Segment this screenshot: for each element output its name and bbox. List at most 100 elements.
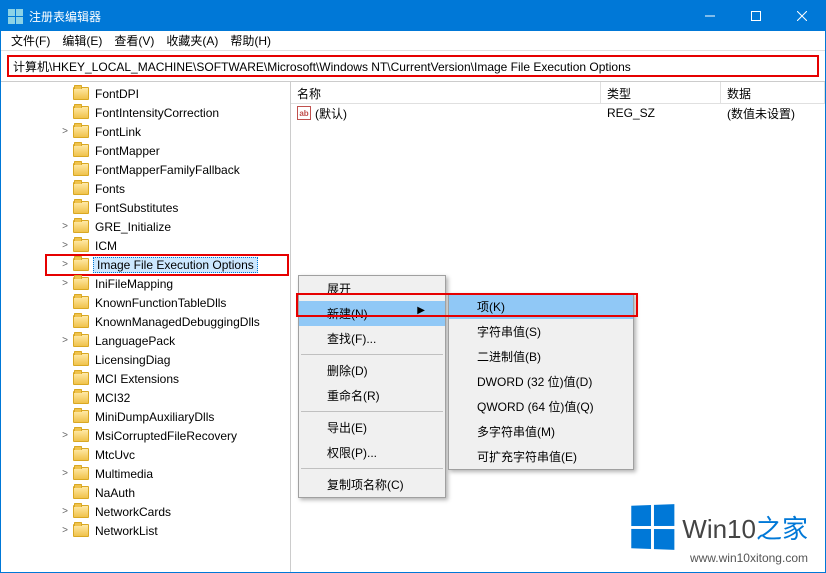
tree-label: FontIntensityCorrection [93, 106, 221, 120]
minimize-button[interactable] [687, 1, 733, 31]
submenu-item[interactable]: 二进制值(B) [449, 344, 633, 369]
menu-edit[interactable]: 编辑(E) [56, 30, 108, 51]
tree-label: MCI32 [93, 391, 132, 405]
expander-icon[interactable]: > [59, 506, 71, 517]
context-menu: 展开新建(N)▶查找(F)... 删除(D) 重命名(R) 导出(E) 权限(P)...… [298, 275, 446, 498]
context-menu-item[interactable]: 展开 [299, 276, 445, 301]
tree-node[interactable]: FontMapper [1, 141, 290, 160]
expander-icon[interactable]: > [59, 221, 71, 232]
list-header: 名称 类型 数据 [291, 82, 825, 104]
tree-node[interactable]: FontIntensityCorrection [1, 103, 290, 122]
tree-label: LicensingDiag [93, 353, 172, 367]
expander-icon[interactable]: > [59, 278, 71, 289]
folder-icon [73, 125, 89, 138]
submenu-item[interactable]: 多字符串值(M) [449, 419, 633, 444]
col-data[interactable]: 数据 [721, 82, 825, 103]
folder-icon [73, 201, 89, 214]
folder-icon [73, 144, 89, 157]
folder-icon [73, 334, 89, 347]
tree-node[interactable]: KnownFunctionTableDlls [1, 293, 290, 312]
col-type[interactable]: 类型 [601, 82, 721, 103]
submenu-item[interactable]: 字符串值(S) [449, 319, 633, 344]
submenu-item[interactable]: 项(K) [449, 294, 633, 319]
tree-node[interactable]: NaAuth [1, 483, 290, 502]
expander-icon[interactable]: > [59, 430, 71, 441]
tree-node[interactable]: FontMapperFamilyFallback [1, 160, 290, 179]
expander-icon[interactable]: > [59, 335, 71, 346]
tree-label: FontMapper [93, 144, 162, 158]
menu-help[interactable]: 帮助(H) [224, 30, 277, 51]
tree-node[interactable]: Fonts [1, 179, 290, 198]
tree-label: GRE_Initialize [93, 220, 173, 234]
tree-label: LanguagePack [93, 334, 177, 348]
tree-node[interactable]: MtcUvc [1, 445, 290, 464]
folder-icon [73, 467, 89, 480]
tree-pane[interactable]: FontDPI FontIntensityCorrection >FontLink F… [1, 82, 291, 572]
tree-node[interactable]: MCI Extensions [1, 369, 290, 388]
maximize-button[interactable] [733, 1, 779, 31]
folder-icon [73, 106, 89, 119]
tree-node[interactable]: MiniDumpAuxiliaryDlls [1, 407, 290, 426]
tree-node[interactable]: FontDPI [1, 84, 290, 103]
context-menu-item[interactable]: 导出(E) [299, 415, 445, 440]
submenu-arrow-icon: ▶ [417, 305, 425, 322]
tree-node[interactable]: >NetworkCards [1, 502, 290, 521]
folder-icon [73, 296, 89, 309]
tree-node[interactable]: > MsiCorruptedFileRecovery [1, 426, 290, 445]
close-button[interactable] [779, 1, 825, 31]
tree-node[interactable]: > ICM [1, 236, 290, 255]
context-menu-item[interactable]: 重命名(R) [299, 383, 445, 408]
tree-node[interactable]: >FontLink [1, 122, 290, 141]
submenu-item[interactable]: DWORD (32 位)值(D) [449, 369, 633, 394]
address-input[interactable]: 计算机\HKEY_LOCAL_MACHINE\SOFTWARE\Microsof… [7, 55, 819, 77]
tree-label: NaAuth [93, 486, 137, 500]
expander-icon[interactable]: > [59, 126, 71, 137]
tree-node[interactable]: KnownManagedDebuggingDlls [1, 312, 290, 331]
context-menu-item[interactable]: 新建(N)▶ [299, 301, 445, 326]
context-menu-item[interactable]: 删除(D) [299, 358, 445, 383]
menu-label: 复制项名称(C) [327, 476, 404, 493]
tree-node[interactable]: >NetworkList [1, 521, 290, 540]
tree-node[interactable]: > GRE_Initialize [1, 217, 290, 236]
tree-node[interactable]: LicensingDiag [1, 350, 290, 369]
tree-node[interactable]: >Multimedia [1, 464, 290, 483]
expander-icon[interactable]: > [59, 240, 71, 251]
folder-icon [73, 372, 89, 385]
tree-label: KnownManagedDebuggingDlls [93, 315, 262, 329]
tree-label: Image File Execution Options [93, 257, 258, 273]
menu-view[interactable]: 查看(V) [108, 30, 160, 51]
folder-icon [73, 391, 89, 404]
menu-file[interactable]: 文件(F) [5, 30, 56, 51]
tree-node[interactable]: FontSubstitutes [1, 198, 290, 217]
folder-icon [73, 448, 89, 461]
expander-icon[interactable]: > [59, 259, 71, 270]
submenu-item[interactable]: 可扩充字符串值(E) [449, 444, 633, 469]
menu-favorites[interactable]: 收藏夹(A) [160, 30, 224, 51]
expander-icon[interactable]: > [59, 525, 71, 536]
submenu-new: 项(K)字符串值(S)二进制值(B)DWORD (32 位)值(D)QWORD … [448, 293, 634, 470]
submenu-item[interactable]: QWORD (64 位)值(Q) [449, 394, 633, 419]
menu-label: 重命名(R) [327, 387, 380, 404]
folder-icon [73, 410, 89, 423]
tree-label: MsiCorruptedFileRecovery [93, 429, 239, 443]
folder-icon [73, 239, 89, 252]
tree-label: FontDPI [93, 87, 141, 101]
context-menu-item[interactable]: 复制项名称(C) [299, 472, 445, 497]
menu-label: 权限(P)... [327, 444, 377, 461]
col-name[interactable]: 名称 [291, 82, 601, 103]
tree-node[interactable]: > Image File Execution Options [1, 255, 290, 274]
tree-label: ICM [93, 239, 119, 253]
expander-icon[interactable]: > [59, 468, 71, 479]
folder-icon [73, 163, 89, 176]
tree-node[interactable]: > LanguagePack [1, 331, 290, 350]
tree-node[interactable]: MCI32 [1, 388, 290, 407]
folder-icon [73, 258, 89, 271]
context-menu-item[interactable]: 权限(P)... [299, 440, 445, 465]
tree-node[interactable]: >IniFileMapping [1, 274, 290, 293]
titlebar: 注册表编辑器 [1, 1, 825, 31]
context-menu-item[interactable]: 查找(F)... [299, 326, 445, 351]
separator [301, 354, 443, 355]
cell-name: ab (默认) [291, 105, 601, 122]
tree-label: MiniDumpAuxiliaryDlls [93, 410, 216, 424]
list-row[interactable]: ab (默认) REG_SZ (数值未设置) [291, 104, 825, 122]
